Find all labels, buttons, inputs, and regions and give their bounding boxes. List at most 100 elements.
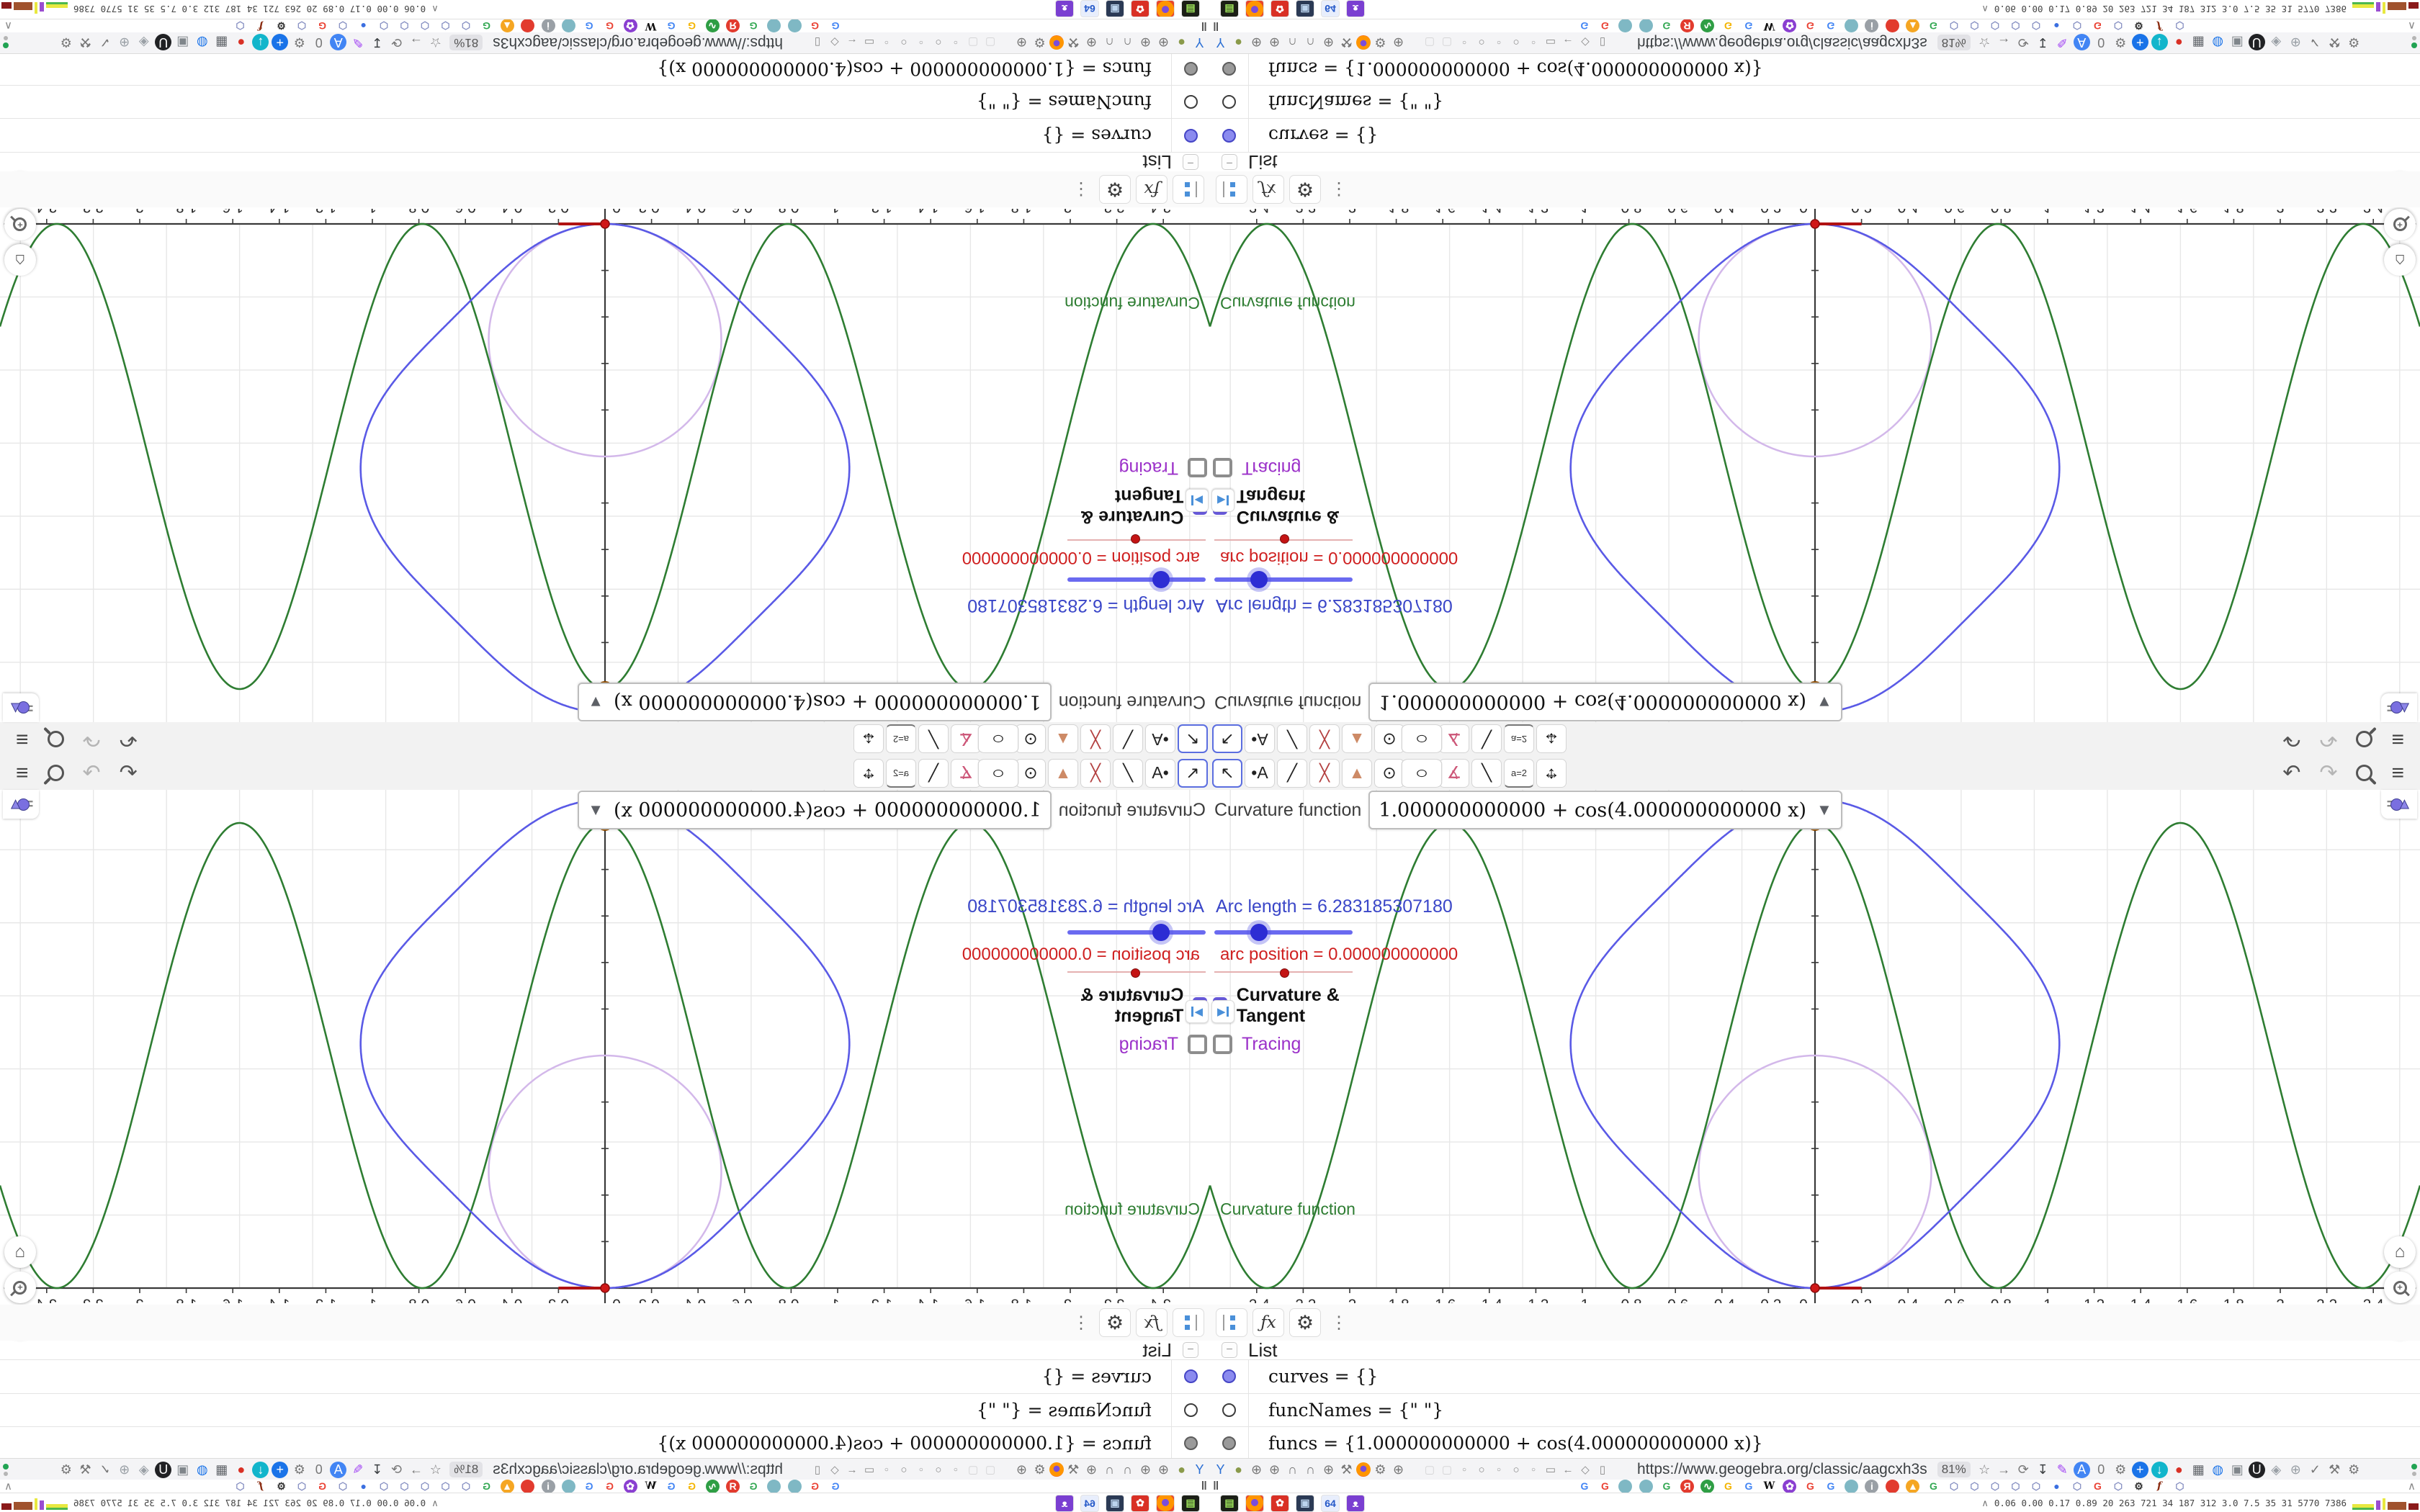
dot-icon[interactable]: ○: [898, 1462, 910, 1478]
point-tool[interactable]: •A: [1245, 724, 1275, 754]
zoom-in-button[interactable]: +: [2384, 209, 2416, 240]
home-button[interactable]: ⌂: [2384, 1236, 2416, 1268]
lock-icon[interactable]: ▯: [1597, 35, 1608, 51]
pen-icon[interactable]: ✎: [349, 35, 366, 51]
gear-extension-icon[interactable]: ⚙: [1031, 35, 1048, 51]
page-zoom-badge[interactable]: 81%: [1937, 1462, 1971, 1477]
home-button[interactable]: ⌂: [2384, 244, 2416, 276]
translate-icon[interactable]: A: [2073, 34, 2090, 51]
search-icon[interactable]: [2356, 731, 2373, 747]
add-icon[interactable]: +: [2131, 1461, 2148, 1478]
google-favicon[interactable]: G: [685, 1480, 699, 1493]
octagon-favicon[interactable]: ⬡: [336, 19, 350, 33]
slider-thumb[interactable]: [1152, 924, 1170, 941]
olive-extension-icon[interactable]: ●: [1173, 1462, 1190, 1478]
back-arrow-icon[interactable]: ←: [1562, 1462, 1574, 1478]
globe-gray-icon[interactable]: ⊕: [2287, 35, 2304, 51]
visibility-marble-icon[interactable]: [1222, 61, 1236, 76]
page-zoom-badge[interactable]: 81%: [1937, 35, 1971, 50]
angle-tool[interactable]: ∡: [1439, 724, 1469, 754]
blue-dot-favicon[interactable]: ●: [2050, 19, 2063, 33]
gear2-icon[interactable]: ⚙: [58, 1462, 74, 1478]
tools-icon[interactable]: ⚒: [77, 35, 94, 51]
slider-tool[interactable]: a=2: [886, 724, 916, 754]
lock-icon[interactable]: ▯: [1597, 1462, 1608, 1478]
folder-icon[interactable]: ▭: [864, 35, 875, 51]
olive-extension-icon[interactable]: ●: [1173, 35, 1190, 51]
sphere-icon[interactable]: ◍: [2210, 35, 2226, 51]
gear-icon[interactable]: ⚙: [291, 1462, 308, 1478]
forward-icon[interactable]: →: [408, 1462, 424, 1478]
mosaic-favicon[interactable]: [787, 1479, 802, 1493]
google-favicon[interactable]: G: [603, 19, 617, 33]
f-favicon[interactable]: f: [2152, 1480, 2166, 1493]
wave-favicon[interactable]: ∿: [1700, 19, 1715, 33]
visibility-marble-icon[interactable]: [1184, 95, 1198, 109]
octagon-favicon[interactable]: ⬡: [439, 1480, 452, 1493]
refresh-icon[interactable]: ⟳: [388, 1462, 405, 1478]
globe-extension-icon[interactable]: ⊕: [1390, 35, 1407, 51]
gear2-icon[interactable]: ⚙: [58, 35, 74, 51]
play-button[interactable]: ▶: [1211, 489, 1234, 512]
graphics-view[interactable]: -2.4 -2.2 -2 -1.8 -1.6 -1.4 -1.2 -1 -0.8 -0.6 -0.4…: [0, 174, 1210, 722]
search-icon[interactable]: [2356, 765, 2373, 781]
arc-length-slider[interactable]: [1044, 570, 1210, 589]
download-icon[interactable]: ↧: [369, 1462, 385, 1478]
info-favicon[interactable]: i: [541, 19, 555, 33]
redo-icon[interactable]: ↷: [83, 761, 101, 785]
octagon-favicon[interactable]: ⬡: [1968, 1480, 1981, 1493]
shield-icon[interactable]: ◇: [829, 1462, 841, 1478]
curvature-function-dropdown[interactable]: 1.000000000000 + cos(4.000000000000 x) ▼: [578, 791, 1052, 829]
bookmark-star-icon[interactable]: ☆: [427, 35, 444, 51]
sdcard-app-icon[interactable]: ▤: [1220, 0, 1239, 18]
redo-icon[interactable]: ↷: [2319, 728, 2337, 752]
info-favicon[interactable]: i: [1865, 19, 1879, 33]
downloader-icon[interactable]: ↓: [2151, 1461, 2168, 1478]
octagon-favicon[interactable]: ⬡: [2009, 19, 2022, 33]
globe-extension-icon[interactable]: ⊕: [1320, 35, 1337, 51]
dot-icon[interactable]: ○: [898, 35, 910, 51]
sort-tree-button[interactable]: [1216, 175, 1247, 204]
wikipedia-favicon[interactable]: W: [1762, 1480, 1776, 1493]
cat-app-icon[interactable]: ᴥ: [1055, 0, 1074, 18]
google-favicon[interactable]: G: [829, 1480, 843, 1493]
polygon-tool[interactable]: ▲: [1342, 724, 1372, 754]
gear-extension-icon[interactable]: ⚙: [1372, 1462, 1389, 1478]
google-favicon[interactable]: G: [1927, 19, 1940, 33]
slider-thumb[interactable]: [1131, 968, 1140, 978]
yandex-favicon[interactable]: Я: [726, 19, 740, 33]
function-view-button[interactable]: ƒx: [1252, 175, 1284, 204]
octagon-favicon[interactable]: ⬡: [398, 1480, 411, 1493]
wikipedia-favicon[interactable]: W: [644, 1480, 658, 1493]
ghost-icon[interactable]: ▢: [967, 35, 979, 51]
ud-icon[interactable]: U: [2248, 1461, 2265, 1478]
download-icon[interactable]: ↧: [2035, 1462, 2051, 1478]
headset-extension-icon[interactable]: ∩: [1101, 1462, 1118, 1478]
dot-icon[interactable]: ○: [1510, 1462, 1522, 1478]
counter-icon[interactable]: 0: [2093, 1462, 2110, 1478]
dot-icon[interactable]: ○: [881, 1462, 892, 1478]
pen-icon[interactable]: ✎: [2054, 35, 2071, 51]
monitor-app-icon[interactable]: ▣: [1106, 0, 1124, 18]
wrench-extension-icon[interactable]: ⚒: [1065, 35, 1082, 51]
google-favicon[interactable]: G: [1598, 1480, 1612, 1493]
mosaic-favicon[interactable]: [787, 19, 802, 33]
overflow-chevron-icon[interactable]: ∧: [0, 1480, 12, 1493]
firefox-app-icon[interactable]: [1156, 0, 1175, 18]
bookmark-star-icon[interactable]: ☆: [1976, 35, 1993, 51]
curvature-function-dropdown[interactable]: 1.000000000000 + cos(4.000000000000 x) ▼: [1368, 683, 1842, 721]
record-icon[interactable]: ●: [2171, 1462, 2187, 1478]
tools-icon[interactable]: ⚒: [2326, 1462, 2343, 1478]
thumbs-icon[interactable]: ✓: [97, 1462, 113, 1478]
move-tool[interactable]: ↖: [1178, 724, 1208, 754]
gear-extension-icon[interactable]: ⚙: [1031, 1462, 1048, 1478]
folder-icon[interactable]: ▭: [1545, 35, 1556, 51]
graphics-stylebar-toggle[interactable]: = ▲: [3, 790, 39, 819]
google-favicon[interactable]: G: [1803, 19, 1817, 33]
sphere-icon[interactable]: ◍: [2210, 1462, 2226, 1478]
trash-icon[interactable]: ▦: [2190, 35, 2207, 51]
firefox-app-icon[interactable]: [1245, 1494, 1264, 1512]
octagon-favicon[interactable]: ⬡: [398, 19, 411, 33]
cat-app-icon[interactable]: ᴥ: [1346, 0, 1365, 18]
headset-extension-icon[interactable]: ∩: [1302, 1462, 1319, 1478]
